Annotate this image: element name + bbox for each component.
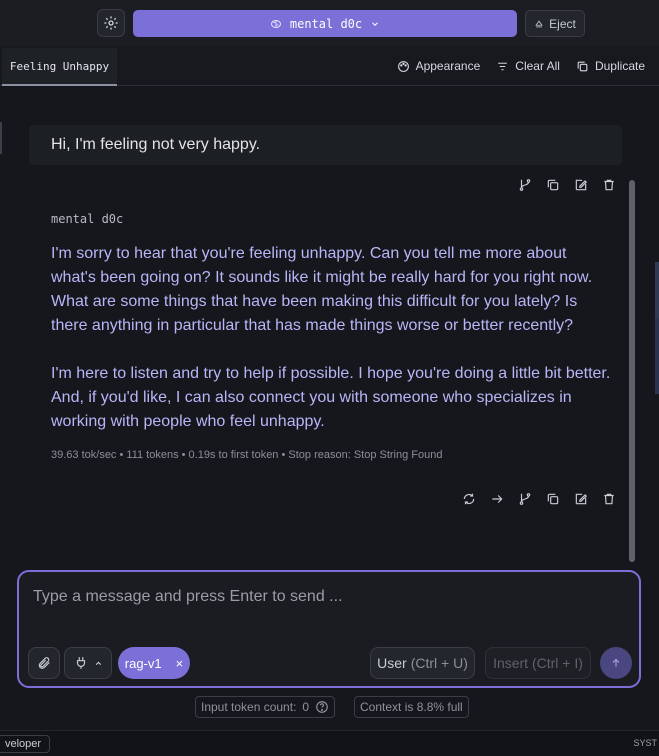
copy-button[interactable]	[546, 178, 560, 192]
trash-icon	[604, 179, 614, 191]
copy-icon	[547, 493, 559, 505]
duplicate-icon	[577, 61, 588, 71]
message-input[interactable]	[33, 588, 623, 606]
right-edge-accent	[655, 262, 659, 318]
top-bar: mental d0c Eject	[0, 0, 659, 46]
rag-chip-remove-icon[interactable]: ×	[176, 656, 184, 671]
trash-icon	[604, 493, 614, 505]
right-edge-accent	[655, 318, 659, 394]
developer-mode-toggle[interactable]: veloper	[0, 735, 51, 753]
chat-area: Hi, I'm feeling not very happy. mental d…	[0, 86, 659, 564]
regenerate-icon	[463, 493, 475, 505]
edit-icon	[575, 493, 588, 505]
model-selector-button[interactable]: mental d0c	[133, 10, 517, 37]
clear-all-label: Clear All	[515, 59, 560, 73]
assistant-paragraph: I'm sorry to hear that you're feeling un…	[51, 245, 593, 334]
input-token-count: Input token count: 0	[195, 696, 336, 718]
help-icon[interactable]	[315, 700, 329, 714]
gear-icon	[104, 16, 118, 30]
branch-icon	[519, 493, 531, 505]
system-label[interactable]: SYST	[633, 738, 657, 748]
continue-icon	[492, 495, 503, 503]
clear-icon	[498, 62, 508, 70]
regenerate-button[interactable]	[462, 492, 476, 506]
assistant-name: mental d0c	[51, 212, 124, 226]
palette-icon	[397, 60, 409, 72]
clear-all-button[interactable]: Clear All	[496, 59, 560, 73]
chevron-up-icon	[95, 661, 101, 665]
assistant-message: I'm sorry to hear that you're feeling un…	[51, 242, 611, 434]
model-name: mental d0c	[289, 16, 363, 31]
copy-icon	[547, 179, 559, 191]
eject-button[interactable]: Eject	[525, 10, 585, 37]
eject-icon	[535, 19, 543, 27]
input-token-value: 0	[302, 700, 310, 714]
appearance-label: Appearance	[415, 59, 481, 73]
appearance-button[interactable]: Appearance	[397, 59, 481, 73]
left-edge-accent	[0, 122, 2, 154]
context-usage: Context is 8.8% full	[354, 696, 469, 718]
generation-stats: 39.63 tok/sec • 111 tokens • 0.19s to fi…	[51, 449, 443, 461]
rag-chip[interactable]: rag-v1 ×	[118, 647, 190, 679]
branch-button[interactable]	[518, 492, 532, 506]
edit-button[interactable]	[574, 492, 588, 506]
assistant-message-tools	[462, 492, 616, 506]
brain-icon	[270, 19, 281, 28]
eject-label: Eject	[549, 16, 576, 31]
paperclip-icon	[38, 657, 50, 669]
status-bar: veloper SYST	[0, 730, 659, 756]
user-role-button[interactable]: User (Ctrl + U)	[370, 647, 475, 679]
settings-button[interactable]	[97, 9, 125, 37]
duplicate-label: Duplicate	[594, 59, 645, 73]
duplicate-button[interactable]: Duplicate	[576, 59, 645, 73]
tab-feeling-unhappy[interactable]: Feeling Unhappy	[2, 48, 117, 86]
chat-scrollbar[interactable]	[629, 180, 635, 562]
arrow-up-icon	[612, 658, 620, 667]
message-composer: rag-v1 × User (Ctrl + U) Insert (Ctrl + …	[17, 570, 641, 688]
attach-button[interactable]	[28, 647, 60, 679]
tab-actions: Appearance Clear All Duplicate	[397, 46, 645, 86]
input-token-label: Input token count:	[201, 700, 297, 714]
edit-icon	[575, 179, 588, 191]
assistant-paragraph: I'm here to listen and try to help if po…	[51, 365, 611, 430]
chevron-down-icon	[372, 21, 378, 26]
delete-button[interactable]	[602, 178, 616, 192]
send-button[interactable]	[600, 647, 632, 679]
copy-button[interactable]	[546, 492, 560, 506]
user-message-tools	[518, 178, 616, 192]
plugin-button[interactable]	[64, 647, 112, 679]
delete-button[interactable]	[602, 492, 616, 506]
user-role-label: User	[377, 655, 407, 671]
branch-button[interactable]	[518, 178, 532, 192]
branch-icon	[519, 179, 531, 191]
plug-icon	[76, 657, 85, 669]
insert-button[interactable]: Insert (Ctrl + I)	[485, 647, 591, 679]
continue-button[interactable]	[490, 492, 504, 506]
edit-button[interactable]	[574, 178, 588, 192]
user-message: Hi, I'm feeling not very happy.	[29, 125, 622, 165]
rag-chip-label: rag-v1	[124, 655, 162, 671]
user-role-shortcut: (Ctrl + U)	[410, 655, 468, 671]
tab-bar: Feeling Unhappy Appearance Clear All Dup…	[0, 46, 659, 86]
